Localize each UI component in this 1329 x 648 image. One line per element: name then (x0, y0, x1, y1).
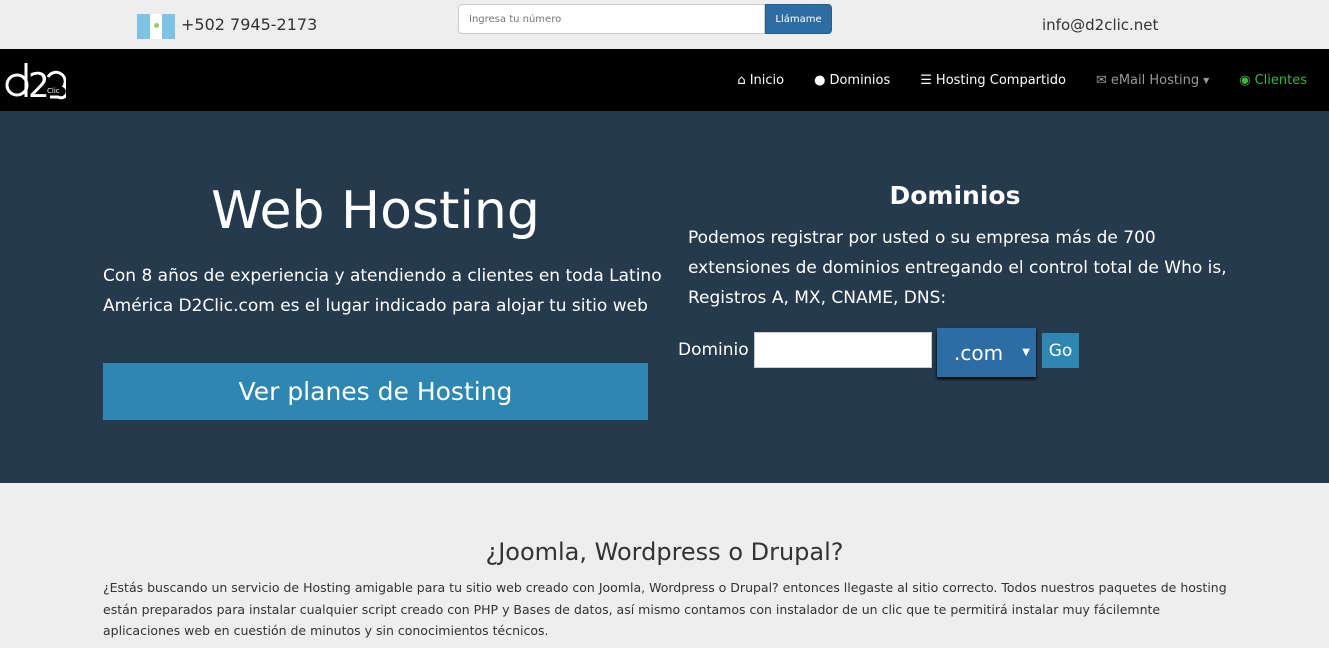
navbar: 2 Clic ⌂ Inicio ● Dominios ☰ Hosting Compart… (0, 49, 1329, 111)
top-bar: +502 7945-2173 Llámame info@d2clic.net (0, 0, 1329, 49)
home-icon: ⌂ (737, 72, 746, 88)
user-circle-icon: ◉ (1239, 72, 1251, 88)
tld-select[interactable]: .com ▼ (937, 328, 1036, 377)
hosting-plans-button[interactable]: Ver planes de Hosting (103, 363, 648, 420)
nav-clientes[interactable]: ◉ Clientes (1239, 73, 1307, 88)
caret-down-icon: ▼ (1203, 75, 1210, 85)
hero-title: Web Hosting (211, 181, 540, 241)
nav-dominios[interactable]: ● Dominios (814, 73, 890, 88)
caret-down-icon: ▼ (1022, 347, 1030, 358)
svg-text:2: 2 (28, 66, 50, 103)
hero-text: Con 8 años de experiencia y atendiendo a… (103, 266, 662, 316)
go-button[interactable]: Go (1042, 333, 1079, 368)
domains-title: Dominios (889, 181, 1021, 210)
domains-text: Podemos registrar por usted o su empresa… (688, 228, 1227, 308)
nav-inicio[interactable]: ⌂ Inicio (737, 73, 784, 88)
logo[interactable]: 2 Clic (4, 55, 69, 107)
server-icon: ☰ (920, 72, 932, 88)
globe-icon: ● (814, 72, 826, 88)
envelope-open-icon: ✉ (1095, 72, 1107, 88)
hero: Web Hosting Con 8 años de experiencia y … (0, 111, 1329, 483)
section-text: ¿Estás buscando un servicio de Hosting a… (103, 580, 1227, 638)
call-me-button[interactable]: Llámame (765, 4, 832, 34)
guatemala-flag-icon (137, 14, 176, 39)
nav-email-hosting[interactable]: ✉ eMail Hosting ▼ (1096, 73, 1209, 88)
phone-input[interactable] (458, 4, 765, 34)
main-menu: ⌂ Inicio ● Dominios ☰ Hosting Compartido ✉ e… (737, 49, 1329, 111)
phone-number: +502 7945-2173 (181, 15, 318, 34)
section-title: ¿Joomla, Wordpress o Drupal? (485, 538, 844, 566)
callback-form: Llámame (458, 4, 832, 34)
contact-email[interactable]: info@d2clic.net (1042, 16, 1158, 34)
domain-input[interactable] (754, 332, 932, 368)
domain-label: Dominio (678, 340, 749, 360)
svg-text:Clic: Clic (47, 87, 60, 95)
nav-hosting-compartido[interactable]: ☰ Hosting Compartido (920, 73, 1066, 88)
